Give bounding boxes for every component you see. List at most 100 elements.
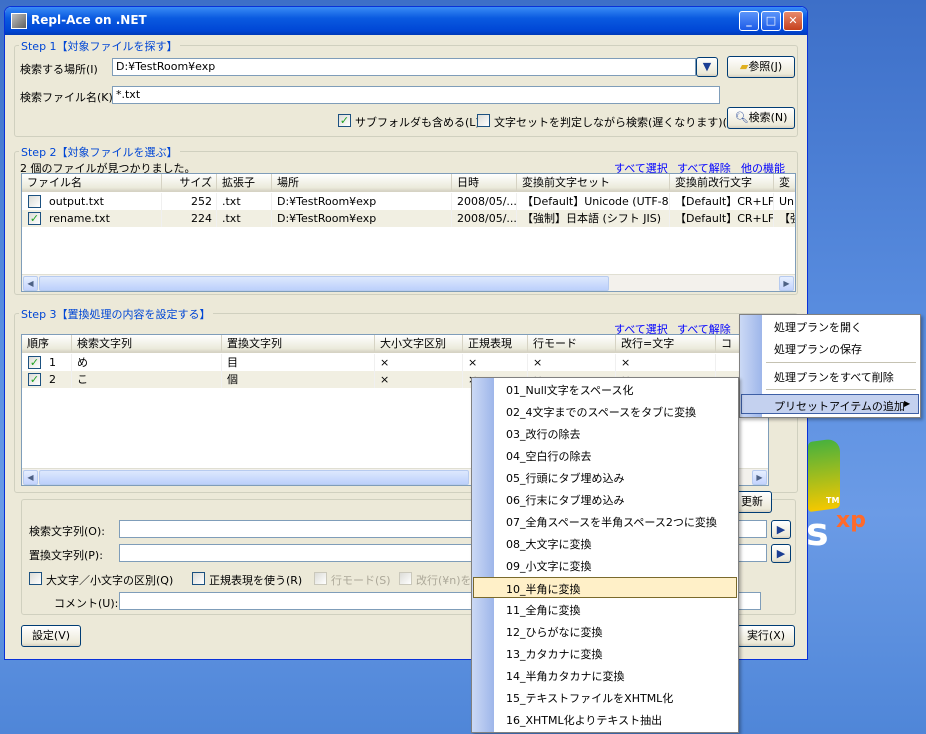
row-checkbox[interactable]: ✓ <box>28 373 41 386</box>
search-string-menu-button[interactable]: ▶ <box>771 520 791 539</box>
preset-item[interactable]: 05_行頭にタブ埋め込み <box>502 470 625 486</box>
menu-delete-all-plans[interactable]: 処理プランをすべて削除 <box>770 369 894 385</box>
minimize-button[interactable]: _ <box>739 11 759 31</box>
regex-label: 正規表現を使う(R) <box>209 574 303 587</box>
step3-title: Step 3【置換処理の内容を設定する】 <box>19 306 213 322</box>
scroll-thumb[interactable] <box>39 276 609 291</box>
preset-item[interactable]: 16_XHTML化よりテキスト抽出 <box>502 712 662 728</box>
filename-label: 検索ファイル名(K) <box>20 91 113 104</box>
file-list[interactable]: ファイル名 サイズ 拡張子 場所 日時 変換前文字セット 変換前改行文字 変 o… <box>21 173 796 292</box>
preset-item[interactable]: 14_半角カタカナに変換 <box>502 668 625 684</box>
search-button[interactable]: 🔍︎検索(N) <box>727 107 795 129</box>
preset-item[interactable]: 08_大文字に変換 <box>502 536 592 552</box>
col-linemode[interactable]: 行モード <box>528 335 616 353</box>
title-bar[interactable]: Repl-Ace on .NET _ □ ✕ <box>5 7 807 35</box>
table-row[interactable]: ✓ 1 め 目 × × × × <box>22 354 768 371</box>
charset-detect-checkbox[interactable] <box>477 114 490 127</box>
preset-item[interactable]: 12_ひらがなに変換 <box>502 624 603 640</box>
col-filename[interactable]: ファイル名 <box>22 174 162 192</box>
magnifier-icon: 🔍︎ <box>734 111 749 124</box>
preset-item[interactable]: 04_空白行の除去 <box>502 448 592 464</box>
preset-item[interactable]: 02_4文字までのスペースをタブに変換 <box>502 404 696 420</box>
cell-newline-char: × <box>616 354 716 371</box>
col-charset[interactable]: 変換前文字セット <box>517 174 670 192</box>
cell-replace: 個 <box>222 371 375 388</box>
scroll-right-icon[interactable]: ▶ <box>752 470 767 485</box>
file-list-hscrollbar[interactable]: ◀ ▶ <box>22 274 795 291</box>
case-sensitive-checkbox[interactable] <box>29 572 42 585</box>
preset-item[interactable]: 09_小文字に変換 <box>502 558 592 574</box>
scroll-right-icon[interactable]: ▶ <box>779 276 794 291</box>
location-label: 検索する場所(I) <box>20 63 98 76</box>
preset-item[interactable]: 01_Null文字をスペース化 <box>502 382 634 398</box>
cell-order: 1 <box>44 354 72 371</box>
menu-save-plan[interactable]: 処理プランの保存 <box>770 341 862 357</box>
cell-case: × <box>375 354 463 371</box>
cell-location: D:¥TestRoom¥exp <box>272 210 452 227</box>
rule-list-header: 順序 検索文字列 置換文字列 大小文字区別 正規表現 行モード 改行=文字 コ <box>22 335 768 353</box>
preset-submenu: 01_Null文字をスペース化 02_4文字までのスペースをタブに変換 03_改… <box>471 377 739 733</box>
settings-button[interactable]: 設定(V) <box>21 625 81 647</box>
cell-location: D:¥TestRoom¥exp <box>272 193 452 210</box>
desktop-logo-text: s <box>806 510 829 554</box>
cell-order: 2 <box>44 371 72 388</box>
row-checkbox[interactable]: ✓ <box>28 356 41 369</box>
maximize-button[interactable]: □ <box>761 11 781 31</box>
col-size[interactable]: サイズ <box>162 174 217 192</box>
scroll-left-icon[interactable]: ◀ <box>23 470 38 485</box>
step2-title: Step 2【対象ファイルを選ぶ】 <box>19 144 180 160</box>
preset-item[interactable]: 11_全角に変換 <box>502 602 581 618</box>
col-date[interactable]: 日時 <box>452 174 517 192</box>
cell-ext: .txt <box>217 193 272 210</box>
linemode-checkbox[interactable] <box>314 572 327 585</box>
col-search[interactable]: 検索文字列 <box>72 335 222 353</box>
col-replace[interactable]: 置換文字列 <box>222 335 375 353</box>
newline-checkbox[interactable] <box>399 572 412 585</box>
table-row[interactable]: output.txt 252 .txt D:¥TestRoom¥exp 2008… <box>22 193 795 210</box>
browse-button[interactable]: ▰参照(J) <box>727 56 795 78</box>
col-newline-char[interactable]: 改行=文字 <box>616 335 716 353</box>
row-checkbox[interactable]: ✓ <box>28 212 41 225</box>
scroll-thumb[interactable] <box>39 470 469 485</box>
cell-extra: Uni <box>774 193 795 210</box>
replace-string-menu-button[interactable]: ▶ <box>771 544 791 563</box>
filename-input[interactable]: *.txt <box>112 86 720 104</box>
preset-item[interactable]: 06_行末にタブ埋め込み <box>502 492 625 508</box>
cell-newline: 【Default】CR+LF... <box>670 193 774 210</box>
chevron-down-icon: ▼ <box>702 60 712 73</box>
run-button[interactable]: 実行(X) <box>737 625 795 647</box>
table-row[interactable]: ✓ rename.txt 224 .txt D:¥TestRoom¥exp 20… <box>22 210 795 227</box>
col-newline[interactable]: 変換前改行文字 <box>670 174 774 192</box>
location-input[interactable]: D:¥TestRoom¥exp <box>112 58 696 76</box>
cell-replace: 目 <box>222 354 375 371</box>
preset-item[interactable]: 07_全角スペースを半角スペース2つに変換 <box>502 514 717 530</box>
location-dropdown-button[interactable]: ▼ <box>696 57 718 77</box>
regex-checkbox[interactable] <box>192 572 205 585</box>
menu-open-plan[interactable]: 処理プランを開く <box>770 319 862 335</box>
close-button[interactable]: ✕ <box>783 11 803 31</box>
menu-add-preset-item[interactable]: プリセットアイテムの追加 ▶ <box>741 394 919 414</box>
cell-case: × <box>375 371 463 388</box>
subfolders-label: サブフォルダも含める(L) <box>355 116 480 129</box>
col-location[interactable]: 場所 <box>272 174 452 192</box>
preset-item[interactable]: 03_改行の除去 <box>502 426 581 442</box>
subfolders-checkbox[interactable]: ✓ <box>338 114 351 127</box>
col-order[interactable]: 順序 <box>22 335 72 353</box>
case-sensitive-label: 大文字／小文字の区別(Q) <box>46 574 174 587</box>
window-title: Repl-Ace on .NET <box>31 13 147 27</box>
preset-item[interactable]: 15_テキストファイルをXHTML化 <box>502 690 673 706</box>
search-button-label: 検索(N) <box>748 111 788 124</box>
menu-separator <box>766 362 916 363</box>
preset-item[interactable]: 13_カタカナに変換 <box>502 646 603 662</box>
linemode-label: 行モード(S) <box>331 574 391 587</box>
scroll-left-icon[interactable]: ◀ <box>23 276 38 291</box>
preset-item-selected[interactable]: 10_半角に変換 <box>473 577 737 598</box>
col-case[interactable]: 大小文字区別 <box>375 335 463 353</box>
replace-string-label: 置換文字列(P): <box>29 549 103 562</box>
step1-title: Step 1【対象ファイルを探す】 <box>19 38 180 54</box>
col-ext[interactable]: 拡張子 <box>217 174 272 192</box>
col-regex[interactable]: 正規表現 <box>463 335 528 353</box>
row-checkbox[interactable] <box>28 195 41 208</box>
cell-date: 2008/05/... <box>452 210 517 227</box>
col-extra[interactable]: 変 <box>774 174 795 192</box>
